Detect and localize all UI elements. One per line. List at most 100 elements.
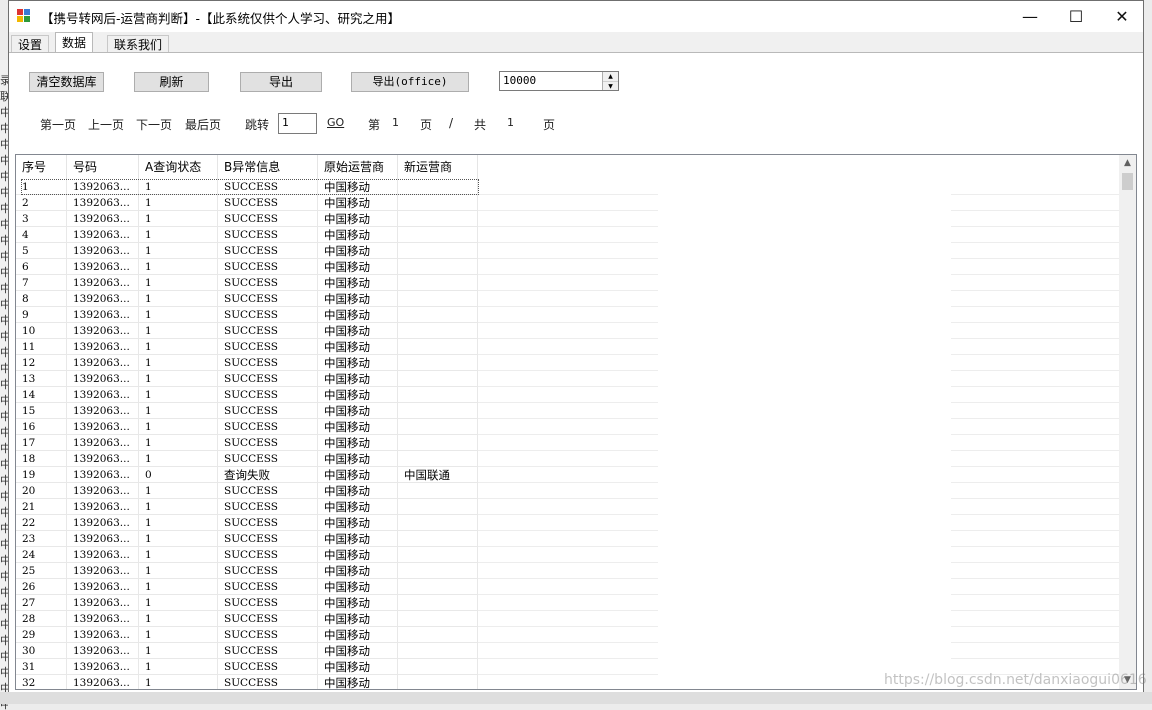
close-button[interactable]: ✕ <box>1099 1 1145 32</box>
table-row[interactable]: 20 1392063... 1 SUCCESS 中国移动 <box>16 483 1120 499</box>
row-gridline <box>478 403 658 419</box>
results-grid[interactable]: 序号 号码 A查询状态 B异常信息 原始运营商 新运营商 1 1392063... 1 SUCC… <box>15 154 1137 690</box>
table-row[interactable]: 22 1392063... 1 SUCCESS 中国移动 <box>16 515 1120 531</box>
table-row[interactable]: 27 1392063... 1 SUCCESS 中国移动 <box>16 595 1120 611</box>
row-gridline <box>478 499 658 515</box>
col-error-cell: SUCCESS <box>218 259 318 275</box>
export-button[interactable]: 导出 <box>240 72 322 92</box>
col-new-carrier-cell <box>398 611 478 627</box>
col-orig-carrier-cell: 中国移动 <box>318 451 398 467</box>
page-size-spinner[interactable]: ▲ ▼ <box>602 72 618 90</box>
row-gridline <box>478 371 658 387</box>
table-row[interactable]: 30 1392063... 1 SUCCESS 中国移动 <box>16 643 1120 659</box>
table-row[interactable]: 1 1392063... 1 SUCCESS 中国移动 <box>16 179 1120 195</box>
col-index-cell: 2 <box>16 195 67 211</box>
col-orig-carrier-cell: 中国移动 <box>318 643 398 659</box>
table-row[interactable]: 9 1392063... 1 SUCCESS 中国移动 <box>16 307 1120 323</box>
col-number-header[interactable]: 号码 <box>67 155 139 179</box>
col-new-carrier-cell <box>398 499 478 515</box>
minimize-button[interactable]: — <box>1007 1 1053 32</box>
refresh-button[interactable]: 刷新 <box>134 72 209 92</box>
maximize-button[interactable]: ☐ <box>1053 1 1099 32</box>
table-row[interactable]: 23 1392063... 1 SUCCESS 中国移动 <box>16 531 1120 547</box>
jump-page-input[interactable]: 1 <box>278 113 317 134</box>
table-row[interactable]: 4 1392063... 1 SUCCESS 中国移动 <box>16 227 1120 243</box>
row-gridline <box>478 611 658 627</box>
row-gridline <box>951 371 1120 387</box>
col-status-cell: 1 <box>139 499 218 515</box>
table-row[interactable]: 12 1392063... 1 SUCCESS 中国移动 <box>16 355 1120 371</box>
tab-data[interactable]: 数据 <box>55 32 94 53</box>
col-new-carrier-header[interactable]: 新运营商 <box>398 155 478 179</box>
col-new-carrier-cell <box>398 387 478 403</box>
table-row[interactable]: 7 1392063... 1 SUCCESS 中国移动 <box>16 275 1120 291</box>
page-size-value: 10000 <box>503 74 537 87</box>
table-row[interactable]: 26 1392063... 1 SUCCESS 中国移动 <box>16 579 1120 595</box>
table-row[interactable]: 3 1392063... 1 SUCCESS 中国移动 <box>16 211 1120 227</box>
table-row[interactable]: 8 1392063... 1 SUCCESS 中国移动 <box>16 291 1120 307</box>
col-orig-carrier-cell: 中国移动 <box>318 531 398 547</box>
col-index-cell: 7 <box>16 275 67 291</box>
last-page-link[interactable]: 最后页 <box>185 116 221 133</box>
export-office-button[interactable]: 导出(office) <box>351 72 469 92</box>
window-title: 【携号转网后-运营商判断】-【此系统仅供个人学习、研究之用】 <box>41 11 401 26</box>
col-index-header[interactable]: 序号 <box>16 155 67 179</box>
col-status-cell: 1 <box>139 627 218 643</box>
table-row[interactable]: 16 1392063... 1 SUCCESS 中国移动 <box>16 419 1120 435</box>
background-window-char: 中 <box>0 458 8 470</box>
table-row[interactable]: 18 1392063... 1 SUCCESS 中国移动 <box>16 451 1120 467</box>
first-page-link[interactable]: 第一页 <box>40 116 76 133</box>
background-window-char: 录 <box>0 74 8 86</box>
table-row[interactable]: 6 1392063... 1 SUCCESS 中国移动 <box>16 259 1120 275</box>
col-status-cell: 1 <box>139 323 218 339</box>
col-status-cell: 1 <box>139 483 218 499</box>
table-row[interactable]: 28 1392063... 1 SUCCESS 中国移动 <box>16 611 1120 627</box>
jump-label: 跳转 <box>245 118 270 132</box>
col-new-carrier-cell <box>398 515 478 531</box>
col-index-cell: 3 <box>16 211 67 227</box>
row-gridline <box>951 307 1120 323</box>
prev-page-link[interactable]: 上一页 <box>88 116 124 133</box>
go-link[interactable]: GO <box>327 116 344 129</box>
col-number-cell: 1392063... <box>67 355 139 371</box>
col-orig-carrier-cell: 中国移动 <box>318 563 398 579</box>
next-page-link[interactable]: 下一页 <box>136 116 172 133</box>
vertical-scrollbar[interactable]: ▲ ▼ <box>1119 155 1136 689</box>
table-row[interactable]: 19 1392063... 0 查询失败 中国移动 中国联通 <box>16 467 1120 483</box>
row-gridline <box>478 515 658 531</box>
table-row[interactable]: 29 1392063... 1 SUCCESS 中国移动 <box>16 627 1120 643</box>
col-status-cell: 1 <box>139 435 218 451</box>
background-window-char: 中 <box>0 618 8 630</box>
col-status-header[interactable]: A查询状态 <box>139 155 218 179</box>
col-number-cell: 1392063... <box>67 403 139 419</box>
tab-contact[interactable]: 联系我们 <box>107 35 170 53</box>
scroll-thumb[interactable] <box>1122 173 1133 190</box>
table-row[interactable]: 24 1392063... 1 SUCCESS 中国移动 <box>16 547 1120 563</box>
table-row[interactable]: 2 1392063... 1 SUCCESS 中国移动 <box>16 195 1120 211</box>
table-row[interactable]: 21 1392063... 1 SUCCESS 中国移动 <box>16 499 1120 515</box>
page-prefix-label: 第 <box>368 118 381 132</box>
col-index-cell: 30 <box>16 643 67 659</box>
clear-database-button[interactable]: 清空数据库 <box>29 72 104 92</box>
col-new-carrier-cell <box>398 275 478 291</box>
col-number-cell: 1392063... <box>67 339 139 355</box>
col-status-cell: 1 <box>139 611 218 627</box>
spin-down-icon[interactable]: ▼ <box>603 81 618 90</box>
row-gridline <box>478 339 658 355</box>
table-row[interactable]: 10 1392063... 1 SUCCESS 中国移动 <box>16 323 1120 339</box>
tab-settings[interactable]: 设置 <box>11 35 50 53</box>
table-row[interactable]: 25 1392063... 1 SUCCESS 中国移动 <box>16 563 1120 579</box>
col-new-carrier-cell <box>398 179 478 195</box>
table-row[interactable]: 14 1392063... 1 SUCCESS 中国移动 <box>16 387 1120 403</box>
spin-up-icon[interactable]: ▲ <box>603 72 618 81</box>
page-size-stepper[interactable]: 10000 ▲ ▼ <box>499 71 619 91</box>
col-error-header[interactable]: B异常信息 <box>218 155 318 179</box>
scroll-up-icon[interactable]: ▲ <box>1119 155 1136 172</box>
table-row[interactable]: 13 1392063... 1 SUCCESS 中国移动 <box>16 371 1120 387</box>
col-orig-carrier-header[interactable]: 原始运营商 <box>318 155 398 179</box>
table-row[interactable]: 11 1392063... 1 SUCCESS 中国移动 <box>16 339 1120 355</box>
table-row[interactable]: 15 1392063... 1 SUCCESS 中国移动 <box>16 403 1120 419</box>
table-row[interactable]: 17 1392063... 1 SUCCESS 中国移动 <box>16 435 1120 451</box>
col-index-cell: 32 <box>16 675 67 689</box>
table-row[interactable]: 5 1392063... 1 SUCCESS 中国移动 <box>16 243 1120 259</box>
